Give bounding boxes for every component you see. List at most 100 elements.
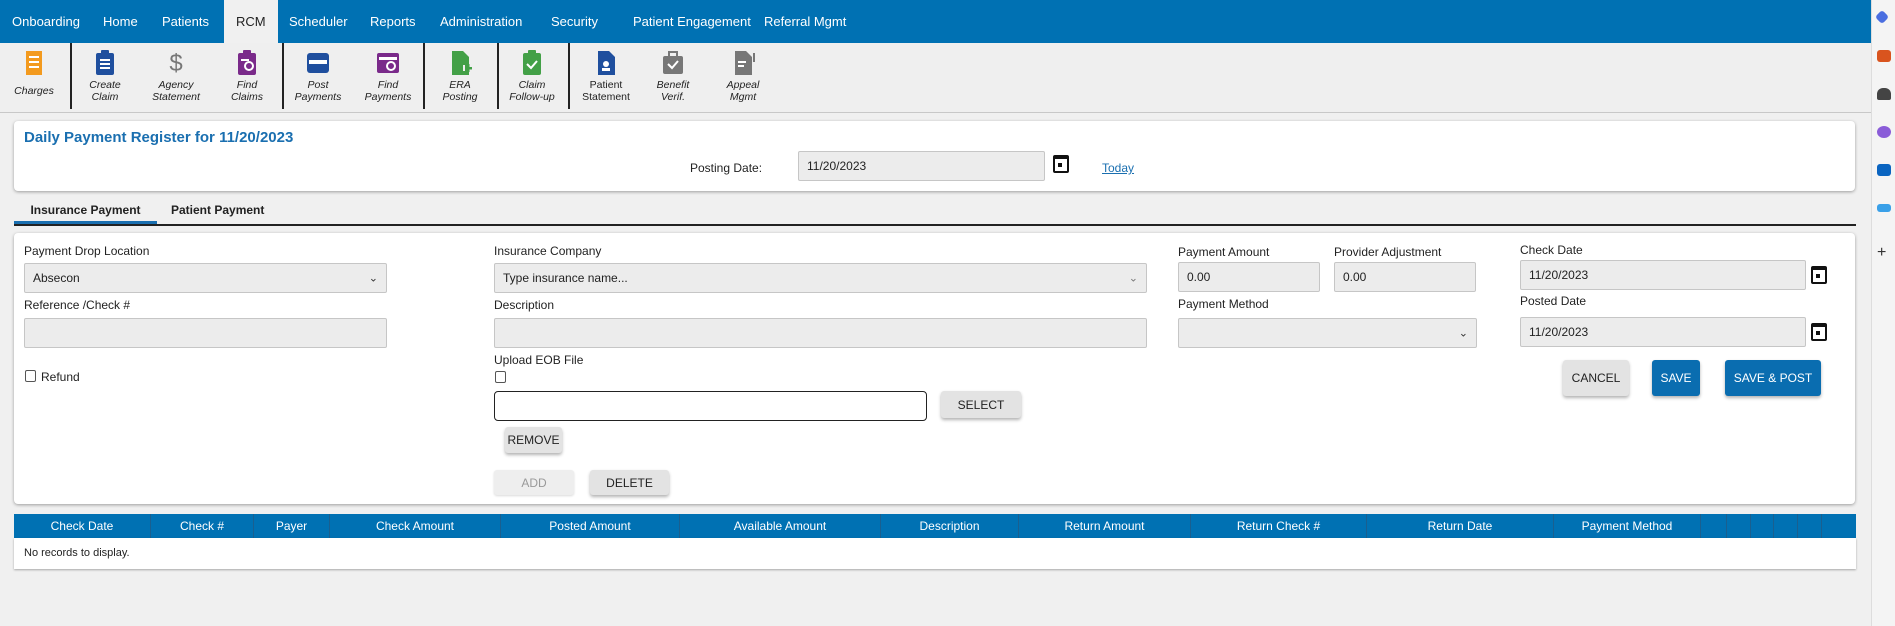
- toolbar-era-posting-button[interactable]: ERA Posting: [425, 49, 495, 103]
- toolbar-benefit-verif-button[interactable]: Benefit Verif.: [638, 49, 708, 103]
- today-link[interactable]: Today: [1102, 161, 1134, 175]
- add-button[interactable]: ADD: [494, 470, 574, 495]
- toolbar-label-line1: Post: [307, 79, 329, 91]
- refund-label: Refund: [41, 370, 80, 384]
- save-and-post-button[interactable]: SAVE & POST: [1725, 360, 1821, 396]
- find-payments-icon: [377, 53, 399, 73]
- nav-item-patient-engagement[interactable]: Patient Engagement: [621, 0, 763, 43]
- toolbar-label-line1: Appeal: [726, 79, 760, 91]
- office-icon[interactable]: [1877, 126, 1891, 138]
- column-header[interactable]: Check Amount: [329, 514, 500, 538]
- cancel-button[interactable]: CANCEL: [1563, 360, 1629, 396]
- payment-amount-input[interactable]: 0.00: [1178, 262, 1320, 292]
- column-header[interactable]: Available Amount: [679, 514, 880, 538]
- toolbar-label: Post Payments: [283, 79, 353, 103]
- column-header[interactable]: [1821, 514, 1856, 538]
- nav-item-referral-mgmt[interactable]: Referral Mgmt: [752, 0, 858, 43]
- column-header[interactable]: [1726, 514, 1750, 538]
- nav-item-patients[interactable]: Patients: [150, 0, 221, 43]
- payment-method-label: Payment Method: [1178, 297, 1269, 311]
- nav-item-administration[interactable]: Administration: [428, 0, 534, 43]
- refund-checkbox[interactable]: [25, 370, 36, 382]
- toolbar-find-payments-button[interactable]: Find Payments: [353, 49, 423, 103]
- toolbar-label-line1: Create: [89, 79, 121, 91]
- reference-input[interactable]: [24, 318, 387, 348]
- column-header[interactable]: Posted Amount: [500, 514, 679, 538]
- toolbar-separator: [568, 43, 570, 109]
- toolbar-create-claim-button[interactable]: Create Claim: [70, 49, 140, 103]
- insurance-company-label: Insurance Company: [494, 244, 602, 258]
- description-input[interactable]: [494, 318, 1147, 348]
- payment-method-select[interactable]: ⌄: [1178, 318, 1477, 348]
- column-header[interactable]: [1750, 514, 1773, 538]
- column-header[interactable]: Return Check #: [1190, 514, 1366, 538]
- column-header[interactable]: Payer: [253, 514, 329, 538]
- column-header[interactable]: Return Date: [1366, 514, 1553, 538]
- insurance-company-select[interactable]: Type insurance name... ⌄: [494, 263, 1147, 293]
- upload-eob-label: Upload EOB File: [494, 353, 584, 367]
- tab-insurance-payment[interactable]: Insurance Payment: [14, 203, 157, 224]
- column-header[interactable]: Check #: [150, 514, 253, 538]
- column-header[interactable]: Payment Method: [1553, 514, 1700, 538]
- toolbar-find-claims-button[interactable]: Find Claims: [212, 49, 282, 103]
- column-header[interactable]: [1773, 514, 1797, 538]
- toolbar-label: Claim Follow-up: [497, 79, 567, 103]
- toolbar-label: Find Claims: [212, 79, 282, 103]
- svg-text:$: $: [169, 50, 182, 77]
- delete-button[interactable]: DELETE: [590, 470, 669, 495]
- send-icon[interactable]: [1877, 204, 1891, 212]
- upload-eob-checkbox[interactable]: [495, 371, 506, 383]
- column-header[interactable]: [1700, 514, 1726, 538]
- empty-grid-text: No records to display.: [24, 547, 130, 559]
- nav-item-scheduler[interactable]: Scheduler: [277, 0, 360, 43]
- nav-item-rcm[interactable]: RCM: [224, 0, 278, 43]
- calendar-icon[interactable]: [1811, 323, 1827, 341]
- toolbar-label: Find Payments: [353, 79, 423, 103]
- add-icon[interactable]: +: [1877, 244, 1886, 262]
- toolbar-appeal-mgmt-button[interactable]: Appeal Mgmt: [708, 49, 778, 103]
- nav-item-home[interactable]: Home: [91, 0, 150, 43]
- select-file-button[interactable]: SELECT: [941, 391, 1021, 418]
- chevron-down-icon: ⌄: [1128, 272, 1138, 285]
- toolbar-charges-button[interactable]: Charges: [0, 49, 69, 97]
- toolbar-post-payments-button[interactable]: Post Payments: [283, 49, 353, 103]
- briefcase-check-icon: [663, 51, 683, 74]
- grid-header: Check Date Check # Payer Check Amount Posted…: [14, 514, 1856, 538]
- toolbar-label-line1: Find: [377, 79, 399, 91]
- toolbar-label-line1: Claim: [518, 79, 546, 91]
- column-header[interactable]: Description: [880, 514, 1018, 538]
- toolbar-patient-statement-button[interactable]: Patient Statement: [571, 49, 641, 103]
- calendar-icon[interactable]: [1811, 266, 1827, 284]
- provider-adjustment-input[interactable]: 0.00: [1334, 262, 1476, 292]
- check-date-input[interactable]: 11/20/2023: [1520, 260, 1806, 290]
- check-date-label: Check Date: [1520, 243, 1583, 257]
- toolbar-label: Patient Statement: [571, 79, 641, 103]
- toolbar-label-line2: Statement: [152, 91, 200, 103]
- posted-date-input[interactable]: 11/20/2023: [1520, 317, 1806, 347]
- tab-patient-payment[interactable]: Patient Payment: [171, 203, 264, 217]
- toolbox-icon[interactable]: [1877, 50, 1891, 62]
- posting-date-label: Posting Date:: [690, 161, 763, 175]
- nav-item-onboarding[interactable]: Onboarding: [0, 0, 92, 43]
- copilot-icon[interactable]: [1874, 9, 1890, 25]
- drop-location-select[interactable]: Absecon ⌄: [24, 263, 387, 293]
- games-icon[interactable]: [1877, 88, 1891, 100]
- column-header[interactable]: Return Amount: [1018, 514, 1190, 538]
- calendar-icon[interactable]: [1053, 155, 1069, 173]
- nav-item-security[interactable]: Security: [539, 0, 610, 43]
- posting-date-input[interactable]: 11/20/2023: [798, 151, 1045, 181]
- charges-icon: [26, 51, 42, 75]
- column-header[interactable]: Check Date: [14, 514, 150, 538]
- column-header[interactable]: [1797, 514, 1821, 538]
- nav-item-reports[interactable]: Reports: [358, 0, 428, 43]
- toolbar-label-line2: Posting: [442, 91, 478, 103]
- posted-date-label: Posted Date: [1520, 294, 1587, 308]
- save-button[interactable]: SAVE: [1652, 360, 1700, 396]
- drop-location-value: Absecon: [33, 271, 80, 285]
- remove-file-button[interactable]: REMOVE: [505, 427, 562, 453]
- toolbar-agency-statement-button[interactable]: $ Agency Statement: [141, 49, 211, 103]
- toolbar-label-line2: Payments: [364, 91, 412, 103]
- outlook-icon[interactable]: [1877, 164, 1891, 176]
- eob-file-input[interactable]: [494, 391, 927, 421]
- toolbar-claim-follow-up-button[interactable]: Claim Follow-up: [497, 49, 567, 103]
